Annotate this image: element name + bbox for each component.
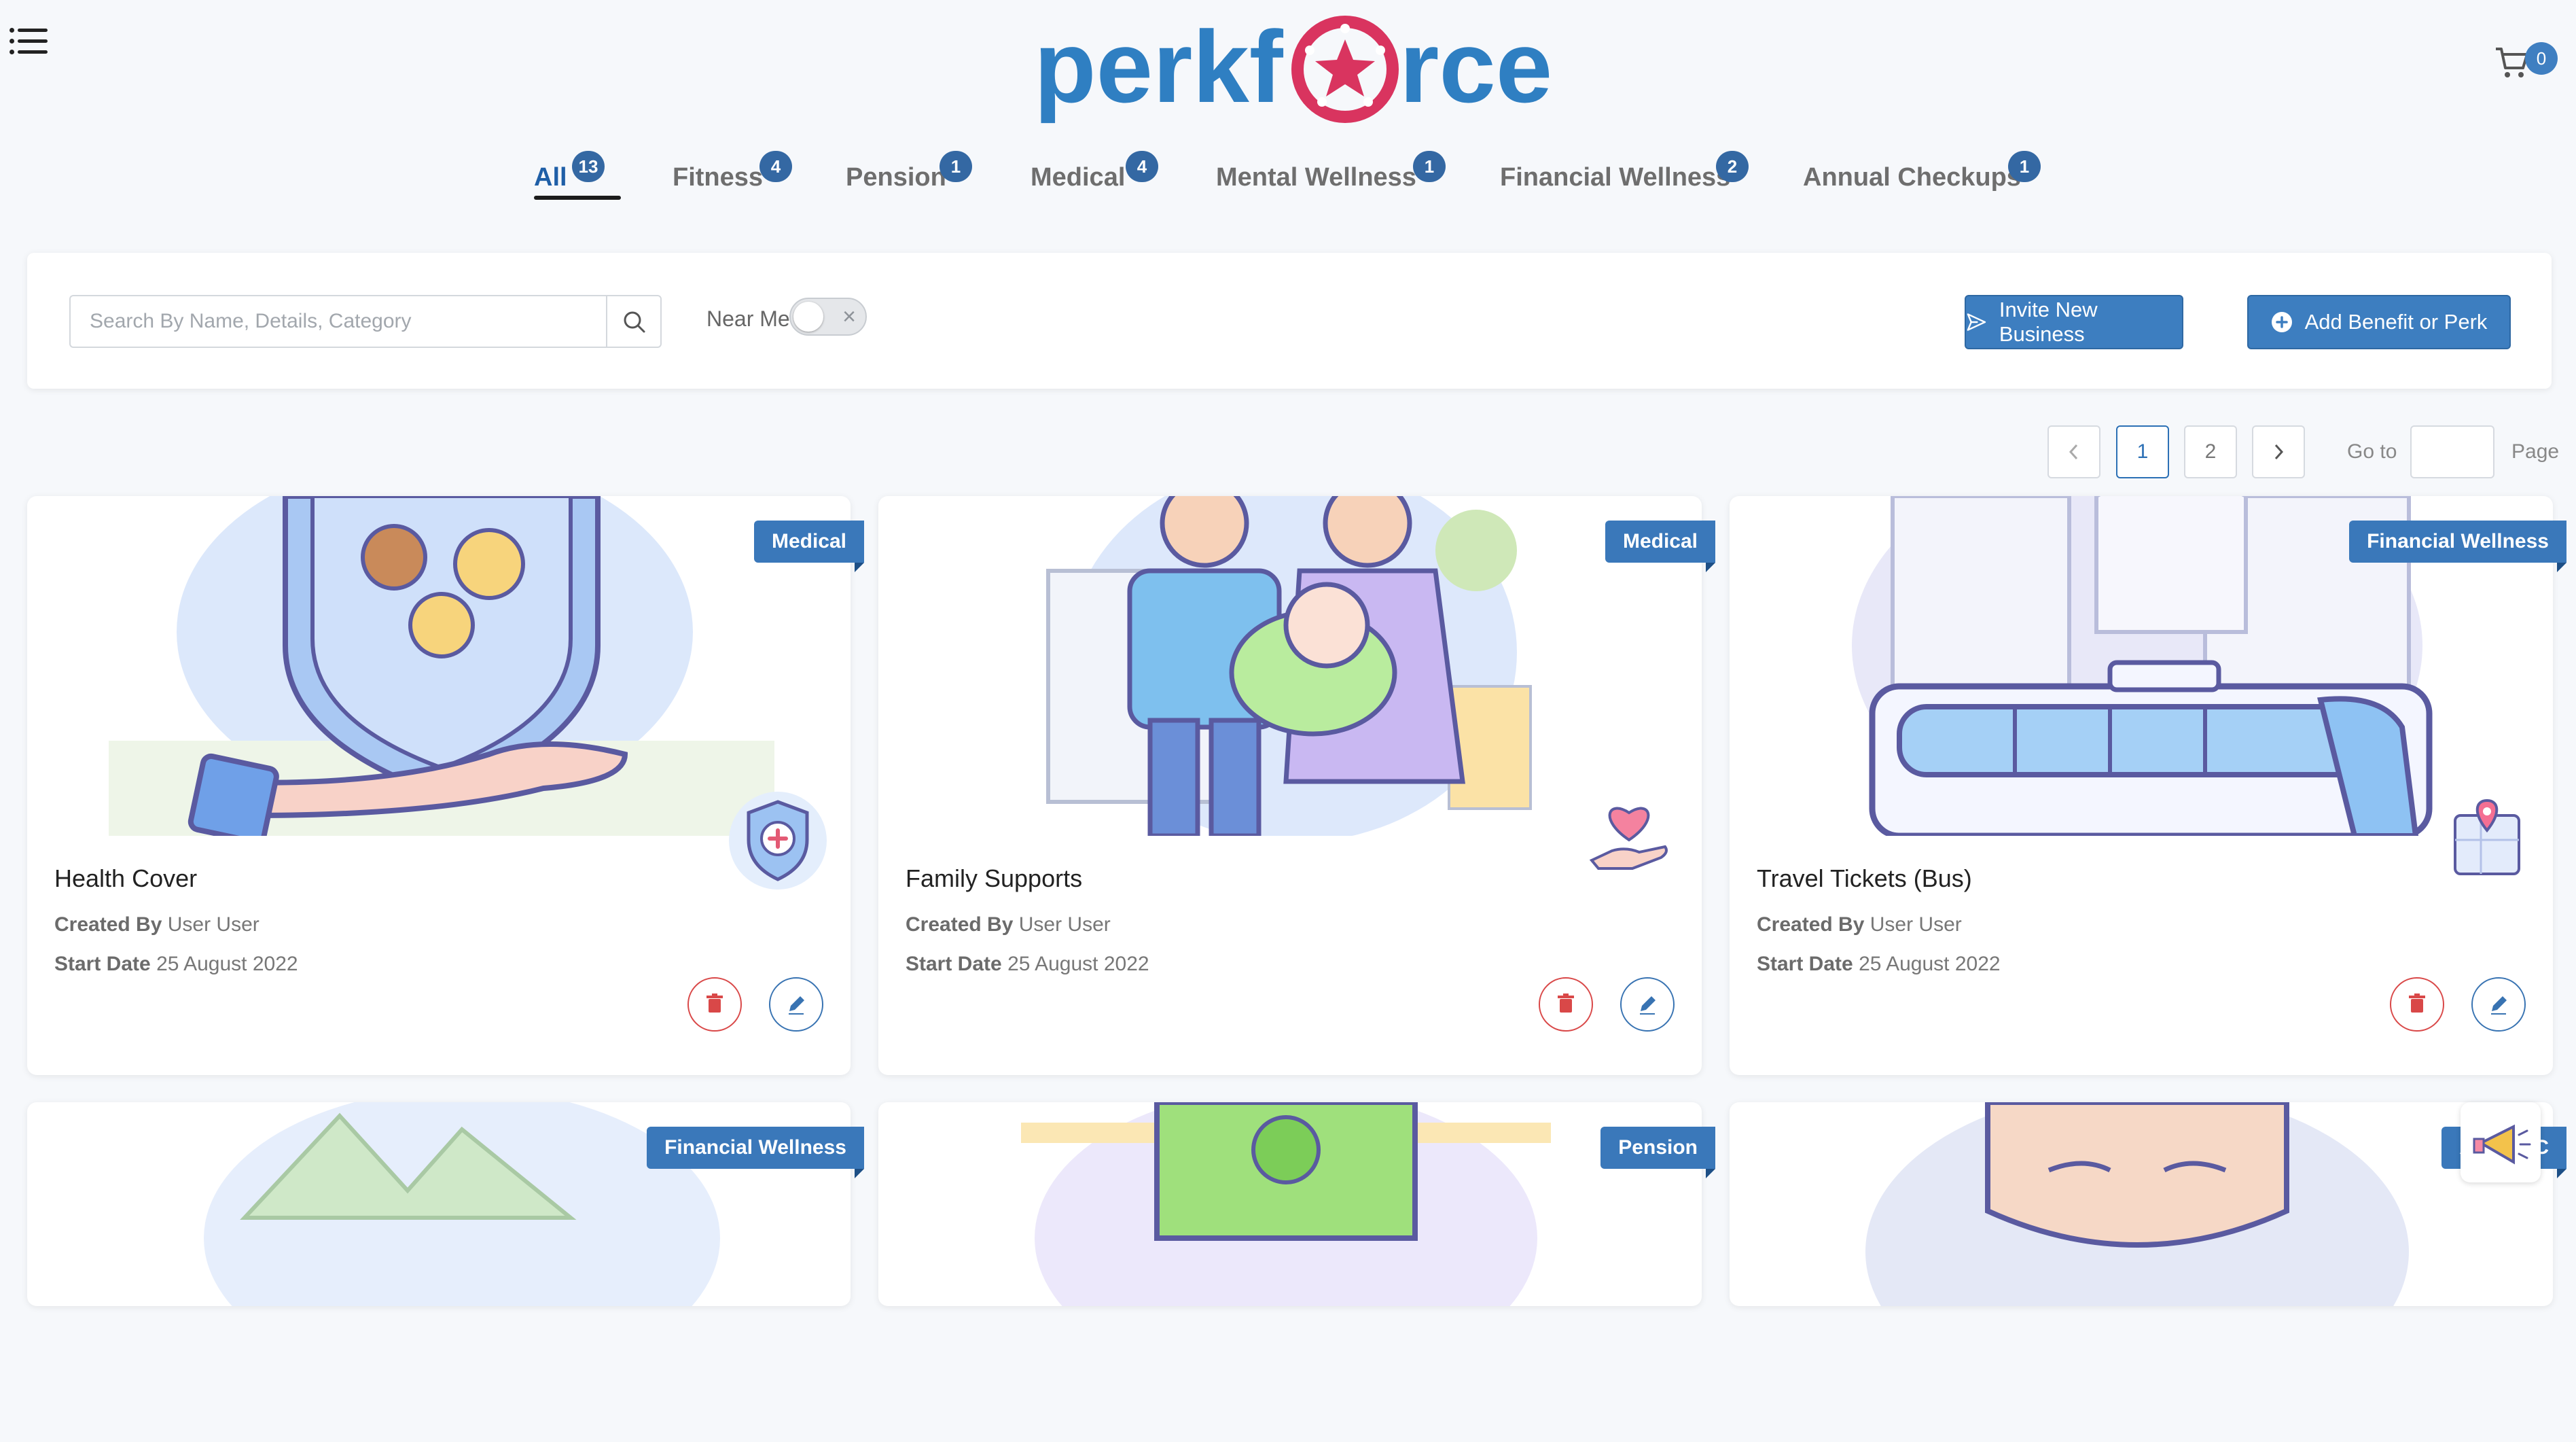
megaphone-icon	[2473, 1124, 2531, 1165]
created-by-value: User User	[1018, 913, 1111, 936]
tab-label: Fitness	[673, 163, 764, 192]
toggle-knob	[793, 302, 823, 332]
menu-icon[interactable]	[10, 23, 50, 57]
created-by-line: Created By User User	[906, 913, 1111, 936]
search-input[interactable]	[69, 295, 606, 348]
chevron-right-icon	[2274, 444, 2284, 460]
tab-label: Mental Wellness	[1216, 163, 1416, 192]
cart-count-badge: 0	[2525, 42, 2558, 75]
edit-button[interactable]	[1620, 977, 1675, 1032]
created-by-label: Created By	[1757, 913, 1865, 936]
add-label: Add Benefit or Perk	[2304, 310, 2488, 334]
created-by-line: Created By User User	[54, 913, 260, 936]
tab-count-badge: 4	[759, 151, 792, 182]
start-date-value: 25 August 2022	[156, 953, 298, 975]
created-by-line: Created By User User	[1757, 913, 1962, 936]
perk-card[interactable]: Annual C	[1730, 1102, 2566, 1415]
page-1-button[interactable]: 1	[2116, 425, 2169, 478]
medical-shield-icon	[729, 792, 827, 890]
tab-count-badge: 1	[1413, 151, 1446, 182]
tab-label: All	[534, 163, 567, 192]
tab-label: Medical	[1031, 163, 1126, 192]
page-label: Page	[2511, 440, 2560, 463]
created-by-value: User User	[167, 913, 260, 936]
send-icon	[1967, 313, 1986, 331]
map-pin-icon	[2454, 798, 2520, 875]
invite-label: Invite New Business	[1999, 298, 2098, 346]
start-date-line: Start Date 25 August 2022	[1757, 953, 2001, 976]
plus-circle-icon	[2271, 312, 2292, 332]
edit-button[interactable]	[2471, 977, 2526, 1032]
pencil-icon	[1640, 996, 1656, 1015]
start-date-label: Start Date	[1757, 953, 1853, 975]
tab-label: Financial Wellness	[1500, 163, 1731, 192]
card-image	[1730, 1102, 2553, 1442]
pencil-icon	[789, 996, 804, 1015]
chevron-left-icon	[2069, 444, 2078, 460]
perk-card[interactable]: Pension	[878, 1102, 1715, 1388]
perk-card[interactable]: Financial Wellness	[27, 1102, 864, 1388]
edit-button[interactable]	[769, 977, 823, 1032]
goto-label: Go to	[2347, 440, 2397, 463]
perk-card[interactable]: Medical Health Cover Created By User Use…	[27, 496, 865, 1075]
category-ribbon: Medical	[753, 521, 865, 572]
logo-text-left: perkf	[1034, 10, 1284, 124]
page-2-button[interactable]: 2	[2184, 425, 2237, 478]
near-me-toggle[interactable]: ×	[789, 298, 867, 336]
announcement-button[interactable]	[2461, 1102, 2541, 1182]
near-me-label: Near Me	[706, 306, 790, 331]
tab-count-badge: 2	[1716, 151, 1749, 182]
start-date-value: 25 August 2022	[1007, 953, 1149, 975]
trash-icon	[2409, 993, 2425, 1013]
created-by-value: User User	[1870, 913, 1962, 936]
heart-hand-icon	[1589, 807, 1668, 870]
created-by-label: Created By	[54, 913, 162, 936]
search-button[interactable]	[606, 295, 662, 348]
delete-button[interactable]	[687, 977, 742, 1032]
category-ribbon: Pension	[1600, 1127, 1715, 1178]
invite-new-business-button[interactable]: Invite New Business	[1965, 295, 2183, 349]
card-image	[27, 496, 851, 836]
next-page-button[interactable]	[2252, 425, 2305, 478]
tab-count-badge: 1	[940, 151, 972, 182]
start-date-value: 25 August 2022	[1859, 953, 2001, 975]
start-date-line: Start Date 25 August 2022	[906, 953, 1149, 976]
category-tabs: All 13 Fitness 4 Pension 1 Medical 4 Men…	[0, 150, 2576, 211]
card-image	[878, 496, 1702, 836]
card-title: Travel Tickets (Bus)	[1757, 864, 1972, 892]
goto-page-input[interactable]	[2410, 425, 2494, 478]
perk-card[interactable]: Financial Wellness Travel Tickets (Bus) …	[1730, 496, 2566, 1075]
pencil-icon	[2491, 996, 2507, 1015]
close-icon: ×	[842, 304, 856, 330]
category-ribbon: Financial Wellness	[647, 1127, 864, 1178]
tab-label: Annual Checkups	[1803, 163, 2021, 192]
card-title: Health Cover	[54, 864, 198, 892]
category-ribbon: Medical	[1605, 521, 1716, 572]
perkforce-logo: perkf rce	[1034, 10, 1552, 124]
created-by-label: Created By	[906, 913, 1014, 936]
trash-icon	[706, 993, 723, 1013]
delete-button[interactable]	[2390, 977, 2444, 1032]
tab-count-badge: 1	[2008, 151, 2041, 182]
tab-count-badge: 4	[1126, 151, 1158, 182]
logo-text-right: rce	[1399, 10, 1552, 124]
tab-count-badge: 13	[572, 151, 605, 182]
category-ribbon: Financial Wellness	[2349, 521, 2566, 572]
start-date-label: Start Date	[54, 953, 151, 975]
delete-button[interactable]	[1539, 977, 1593, 1032]
start-date-line: Start Date 25 August 2022	[54, 953, 298, 976]
card-image	[878, 1102, 1702, 1442]
search-icon	[624, 311, 645, 333]
card-title: Family Supports	[906, 864, 1083, 892]
prev-page-button[interactable]	[2047, 425, 2100, 478]
tab-label: Pension	[846, 163, 946, 192]
trash-icon	[1558, 993, 1574, 1013]
start-date-label: Start Date	[906, 953, 1002, 975]
logo-star-icon	[1291, 16, 1399, 123]
perk-card[interactable]: Medical Family Supports Created By User …	[878, 496, 1716, 1075]
add-benefit-button[interactable]: Add Benefit or Perk	[2247, 295, 2511, 349]
toolbar-panel: Near Me × Invite New Business Add Benefi…	[27, 253, 2552, 389]
